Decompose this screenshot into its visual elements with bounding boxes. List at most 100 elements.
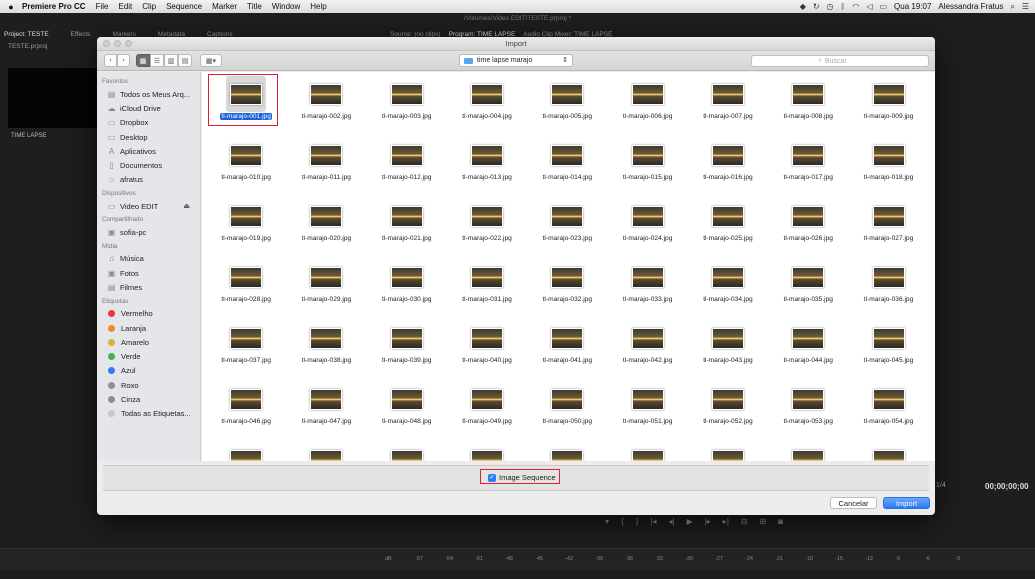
sidebar-tag-orange[interactable]: Laranja xyxy=(97,321,200,335)
timemachine-icon[interactable]: ◷ xyxy=(827,2,834,11)
file-item[interactable]: tl-marajo-032.jpg xyxy=(527,259,607,320)
sidebar-item-movies[interactable]: ▤ Filmes xyxy=(97,280,200,294)
file-item[interactable]: tl-marajo-026.jpg xyxy=(768,198,848,259)
sidebar-item-dropbox[interactable]: ▭ Dropbox xyxy=(97,116,200,130)
sidebar-item-all-files[interactable]: ▤ Todos os Meus Arq... xyxy=(97,87,200,101)
file-item[interactable]: tl-marajo-054.jpg xyxy=(848,381,928,442)
eject-icon[interactable]: ⏏ xyxy=(183,202,190,210)
sidebar-item-home[interactable]: ⌂ afratus xyxy=(97,173,200,187)
menu-title[interactable]: Title xyxy=(247,2,262,11)
sidebar-item-icloud[interactable]: ☁ iCloud Drive xyxy=(97,101,200,115)
menubar-user[interactable]: Alessandra Fratus xyxy=(938,2,1003,11)
menu-sequence[interactable]: Sequence xyxy=(166,2,202,11)
file-item[interactable] xyxy=(206,442,286,461)
apple-menu-icon[interactable]: ● xyxy=(0,2,22,12)
file-item[interactable]: tl-marajo-028.jpg xyxy=(206,259,286,320)
sidebar-item-music[interactable]: ♫ Música xyxy=(97,252,200,266)
menu-clip[interactable]: Clip xyxy=(142,2,156,11)
file-item[interactable]: tl-marajo-033.jpg xyxy=(607,259,687,320)
file-item[interactable]: tl-marajo-019.jpg xyxy=(206,198,286,259)
step-back-icon[interactable]: ◂| xyxy=(668,517,674,526)
sidebar-tag-blue[interactable]: Azul xyxy=(97,364,200,378)
project-thumbnail[interactable] xyxy=(8,68,98,128)
file-item[interactable]: tl-marajo-042.jpg xyxy=(607,320,687,381)
tab-project[interactable]: Project: TESTE xyxy=(4,31,49,38)
file-item[interactable]: tl-marajo-013.jpg xyxy=(447,137,527,198)
location-popup[interactable]: time lapse marajo ⇕ xyxy=(459,54,573,67)
file-item[interactable] xyxy=(688,442,768,461)
back-button[interactable]: ‹ xyxy=(104,54,117,67)
file-item[interactable]: tl-marajo-046.jpg xyxy=(206,381,286,442)
forward-button[interactable]: › xyxy=(117,54,130,67)
file-item[interactable]: tl-marajo-045.jpg xyxy=(848,320,928,381)
file-item[interactable]: tl-marajo-022.jpg xyxy=(447,198,527,259)
sync-icon[interactable]: ↻ xyxy=(813,2,820,11)
file-item[interactable]: tl-marajo-008.jpg xyxy=(768,76,848,137)
wifi-icon[interactable]: ◠ xyxy=(852,2,859,11)
file-item[interactable]: tl-marajo-011.jpg xyxy=(286,137,366,198)
evernote-icon[interactable]: ◆ xyxy=(800,2,806,11)
menubar-clock[interactable]: Qua 19:07 xyxy=(894,2,931,11)
in-point-icon[interactable]: { xyxy=(621,517,624,526)
file-item[interactable]: tl-marajo-007.jpg xyxy=(688,76,768,137)
zoom-fraction[interactable]: 1/4 xyxy=(936,482,946,489)
file-item[interactable]: tl-marajo-021.jpg xyxy=(367,198,447,259)
file-item[interactable]: tl-marajo-038.jpg xyxy=(286,320,366,381)
import-button[interactable]: Import xyxy=(883,497,930,509)
file-item[interactable]: tl-marajo-023.jpg xyxy=(527,198,607,259)
file-item[interactable]: tl-marajo-037.jpg xyxy=(206,320,286,381)
icon-view-button[interactable]: ▦ xyxy=(136,54,150,67)
file-item[interactable]: tl-marajo-039.jpg xyxy=(367,320,447,381)
zoom-window-icon[interactable] xyxy=(125,40,132,47)
file-item[interactable]: tl-marajo-049.jpg xyxy=(447,381,527,442)
file-item[interactable]: tl-marajo-003.jpg xyxy=(367,76,447,137)
volume-icon[interactable]: ◁ xyxy=(866,2,872,11)
list-view-button[interactable]: ☰ xyxy=(150,54,164,67)
file-item[interactable]: tl-marajo-053.jpg xyxy=(768,381,848,442)
file-item[interactable]: tl-marajo-047.jpg xyxy=(286,381,366,442)
file-item[interactable]: tl-marajo-009.jpg xyxy=(848,76,928,137)
marker-icon[interactable]: ▾ xyxy=(605,517,609,526)
file-item[interactable]: tl-marajo-005.jpg xyxy=(527,76,607,137)
file-item[interactable]: tl-marajo-041.jpg xyxy=(527,320,607,381)
step-forward-icon[interactable]: |▸ xyxy=(705,517,711,526)
notifications-icon[interactable]: ☰ xyxy=(1022,2,1029,11)
menu-help[interactable]: Help xyxy=(310,2,326,11)
file-item[interactable]: tl-marajo-036.jpg xyxy=(848,259,928,320)
file-item[interactable]: tl-marajo-015.jpg xyxy=(607,137,687,198)
sidebar-item-applications[interactable]: A Aplicativos xyxy=(97,144,200,158)
file-item[interactable]: tl-marajo-052.jpg xyxy=(688,381,768,442)
file-item[interactable]: tl-marajo-025.jpg xyxy=(688,198,768,259)
coverflow-view-button[interactable]: ▤ xyxy=(178,54,192,67)
search-field[interactable]: ⌕ Buscar xyxy=(751,55,929,67)
file-item[interactable]: tl-marajo-034.jpg xyxy=(688,259,768,320)
menu-marker[interactable]: Marker xyxy=(212,2,237,11)
file-item[interactable]: tl-marajo-040.jpg xyxy=(447,320,527,381)
sidebar-item-desktop[interactable]: ▭ Desktop xyxy=(97,130,200,144)
sidebar-all-tags[interactable]: Todas as Etiquetas... xyxy=(97,407,200,421)
file-item[interactable]: tl-marajo-006.jpg xyxy=(607,76,687,137)
arrange-button[interactable]: ▦▾ xyxy=(200,54,222,67)
spotlight-icon[interactable]: ⌕ xyxy=(1010,2,1014,12)
play-icon[interactable]: ▶ xyxy=(687,517,693,526)
file-item[interactable]: tl-marajo-010.jpg xyxy=(206,137,286,198)
file-item[interactable]: tl-marajo-051.jpg xyxy=(607,381,687,442)
sidebar-item-photos[interactable]: ▣ Fotos xyxy=(97,266,200,280)
out-point-icon[interactable]: } xyxy=(636,517,639,526)
file-item[interactable]: tl-marajo-029.jpg xyxy=(286,259,366,320)
file-item[interactable]: tl-marajo-002.jpg xyxy=(286,76,366,137)
file-item[interactable] xyxy=(527,442,607,461)
sidebar-tag-green[interactable]: Verde xyxy=(97,349,200,363)
file-item[interactable]: tl-marajo-031.jpg xyxy=(447,259,527,320)
file-item[interactable]: tl-marajo-030.jpg xyxy=(367,259,447,320)
file-item[interactable]: tl-marajo-012.jpg xyxy=(367,137,447,198)
file-item[interactable]: tl-marajo-014.jpg xyxy=(527,137,607,198)
sidebar-tag-gray[interactable]: Cinza xyxy=(97,392,200,406)
program-timecode[interactable]: 00;00;00;00 xyxy=(985,482,1029,491)
camera-icon[interactable]: ◙ xyxy=(778,517,783,526)
tab-effects[interactable]: Effects xyxy=(71,31,91,38)
minimize-window-icon[interactable] xyxy=(114,40,121,47)
menu-window[interactable]: Window xyxy=(272,2,300,11)
extract-icon[interactable]: ⊞ xyxy=(760,517,767,526)
file-item[interactable]: tl-marajo-016.jpg xyxy=(688,137,768,198)
